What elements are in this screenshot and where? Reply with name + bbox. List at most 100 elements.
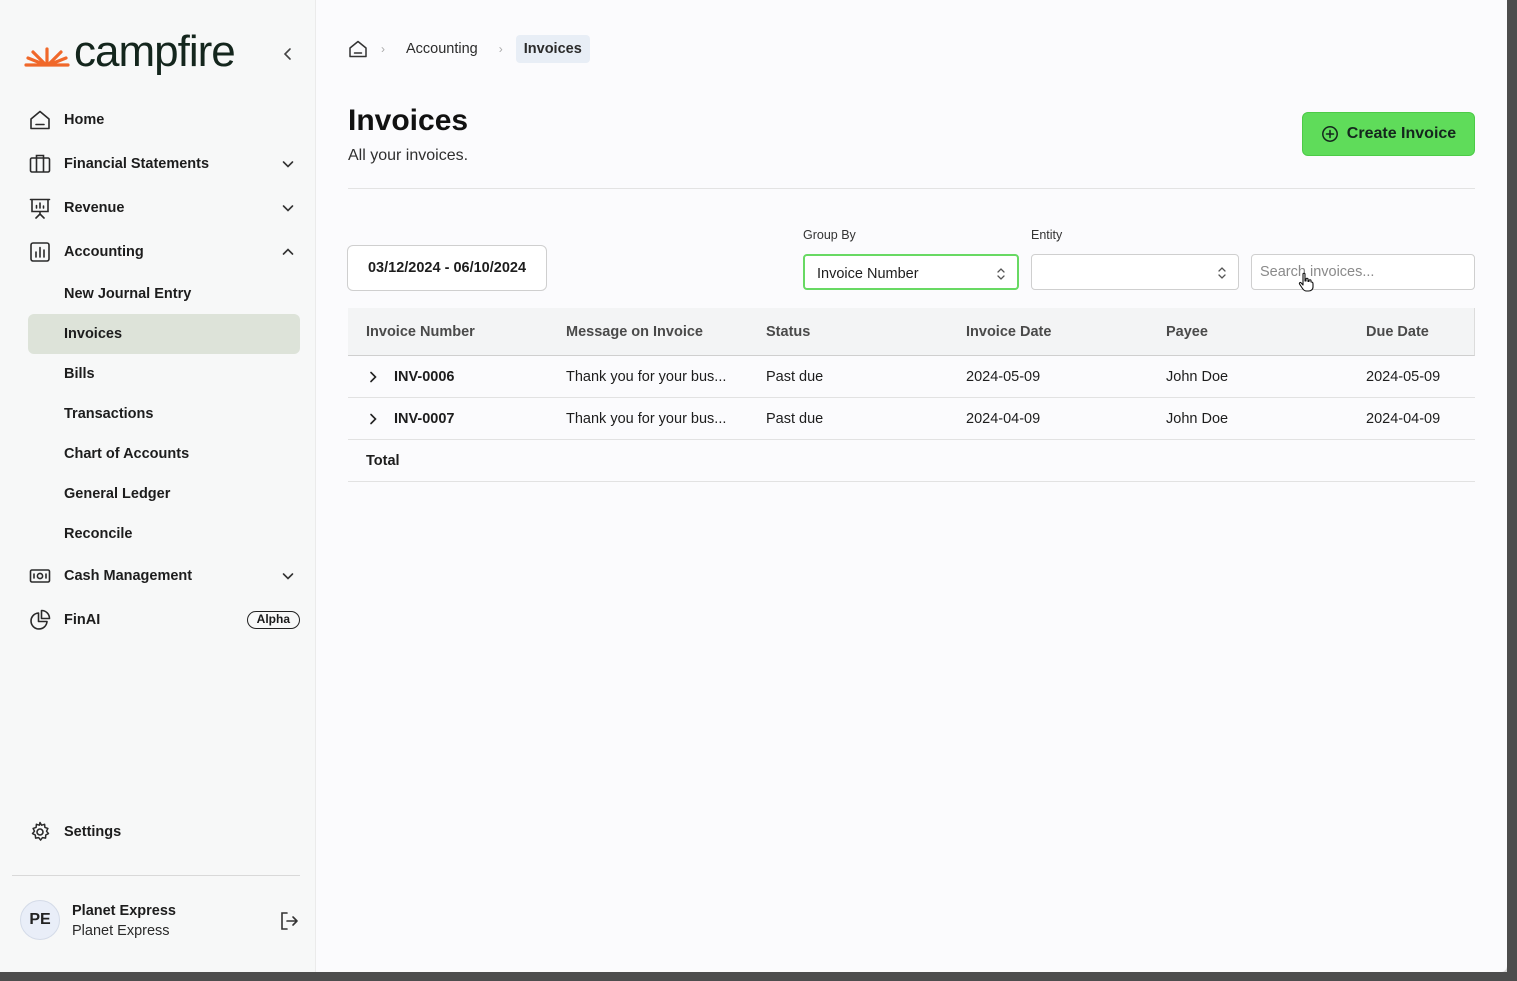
- chevron-right-icon: ›: [381, 42, 385, 56]
- invoice-message: Thank you for your bus...: [566, 411, 727, 427]
- column-header[interactable]: Payee: [1166, 324, 1208, 340]
- chevron-down-icon: [282, 205, 294, 212]
- chevron-right-icon: ›: [498, 42, 503, 56]
- app-window: campfire Home Financial Statements Reven…: [0, 0, 1507, 972]
- chevron-updown-icon: [1218, 267, 1226, 279]
- window-edge: [1507, 0, 1517, 981]
- user-name: Planet Express: [72, 903, 176, 919]
- total-label: Total: [366, 453, 400, 469]
- sidebar-item-label: Revenue: [64, 200, 125, 216]
- sidebar-item-cash-management[interactable]: Cash Management: [28, 554, 300, 598]
- sidebar-subitem-general-ledger[interactable]: General Ledger: [28, 474, 300, 514]
- chevron-down-icon: [282, 161, 294, 168]
- date-range-picker[interactable]: 03/12/2024 - 06/10/2024: [347, 245, 547, 291]
- sidebar-item-settings[interactable]: Settings: [28, 810, 300, 854]
- invoice-date: 2024-04-09: [966, 411, 1041, 427]
- invoices-table: Invoice Number Message on Invoice Status…: [348, 308, 1475, 482]
- breadcrumb-home[interactable]: [348, 39, 368, 59]
- column-header[interactable]: Message on Invoice: [566, 324, 703, 340]
- sidebar-item-label: FinAI: [64, 612, 101, 628]
- cash-icon: [28, 564, 52, 588]
- user-org: Planet Express: [72, 923, 170, 939]
- entity-select[interactable]: [1031, 254, 1239, 290]
- sidebar-subitem-label: Reconcile: [64, 526, 133, 542]
- chevron-down-icon: [282, 573, 294, 580]
- invoice-date: 2024-05-09: [966, 369, 1041, 385]
- invoice-status: Past due: [766, 411, 824, 427]
- sidebar: campfire Home Financial Statements Reven…: [0, 0, 316, 972]
- avatar[interactable]: PE: [20, 900, 60, 940]
- sidebar-subitem-invoices[interactable]: Invoices: [28, 314, 300, 354]
- group-by-label: Group By: [803, 228, 856, 242]
- chevron-left-icon: [283, 48, 291, 60]
- sidebar-item-financial-statements[interactable]: Financial Statements: [28, 142, 300, 186]
- invoice-payee: John Doe: [1166, 411, 1229, 427]
- sidebar-subitem-label: Transactions: [64, 406, 154, 422]
- table-header: Invoice Number Message on Invoice Status…: [348, 308, 1475, 356]
- chevron-updown-icon: [997, 268, 1005, 280]
- sidebar-divider: [12, 875, 300, 876]
- column-header[interactable]: Invoice Number: [366, 324, 475, 340]
- hand-cursor-icon: [1298, 272, 1314, 292]
- header-divider: [348, 188, 1475, 189]
- sidebar-subitem-chart-of-accounts[interactable]: Chart of Accounts: [28, 434, 300, 474]
- sidebar-item-finai[interactable]: FinAI Alpha: [28, 598, 300, 642]
- sidebar-item-accounting[interactable]: Accounting: [28, 230, 300, 274]
- sidebar-nav: Home Financial Statements Revenue Accoun…: [28, 98, 300, 642]
- sidebar-item-label: Accounting: [64, 244, 144, 260]
- sidebar-settings: Settings: [28, 810, 300, 854]
- sidebar-subitem-label: Bills: [64, 366, 95, 382]
- group-by-value: Invoice Number: [817, 266, 919, 282]
- sidebar-item-label: Settings: [64, 824, 122, 840]
- group-by-select[interactable]: Invoice Number: [803, 254, 1019, 290]
- sidebar-subitem-bills[interactable]: Bills: [28, 354, 300, 394]
- window-edge: [0, 972, 1517, 981]
- home-icon: [28, 108, 52, 132]
- page-subtitle: All your invoices.: [348, 147, 469, 164]
- chevron-right-icon[interactable]: [366, 411, 380, 427]
- alpha-badge: Alpha: [246, 611, 300, 629]
- gear-icon: [28, 820, 52, 844]
- invoice-number: INV-0007: [394, 411, 455, 427]
- sidebar-item-home[interactable]: Home: [28, 98, 300, 142]
- chevron-up-icon: [282, 248, 294, 255]
- sidebar-item-label: Home: [64, 112, 105, 128]
- sidebar-item-revenue[interactable]: Revenue: [28, 186, 300, 230]
- breadcrumb: › Accounting › Invoices: [348, 34, 590, 64]
- campfire-logo[interactable]: campfire: [24, 27, 236, 76]
- chevron-right-icon[interactable]: [366, 369, 380, 385]
- campfire-flame-icon: [24, 47, 70, 67]
- home-icon: [349, 40, 367, 58]
- sidebar-subitem-reconcile[interactable]: Reconcile: [28, 514, 300, 554]
- page-title: Invoices: [348, 104, 469, 137]
- table-row[interactable]: INV-0006 Thank you for your bus... Past …: [348, 356, 1475, 398]
- create-invoice-label: Create Invoice: [1346, 125, 1457, 142]
- invoice-due-date: 2024-05-09: [1366, 369, 1441, 385]
- breadcrumb-accounting[interactable]: Accounting: [398, 35, 486, 63]
- invoice-message: Thank you for your bus...: [566, 369, 727, 385]
- sidebar-subitem-new-journal-entry[interactable]: New Journal Entry: [28, 274, 300, 314]
- collapse-sidebar-button[interactable]: [278, 44, 298, 64]
- invoice-payee: John Doe: [1166, 369, 1229, 385]
- create-invoice-button[interactable]: Create Invoice: [1302, 112, 1475, 156]
- sidebar-item-label: Cash Management: [64, 568, 193, 584]
- breadcrumb-current: Invoices: [515, 35, 590, 63]
- sidebar-subitem-label: Chart of Accounts: [64, 446, 190, 462]
- table-total-row: Total: [348, 440, 1475, 482]
- sidebar-subitem-label: Invoices: [64, 326, 123, 342]
- column-header[interactable]: Invoice Date: [966, 324, 1051, 340]
- column-header[interactable]: Due Date: [1366, 324, 1429, 340]
- logout-icon[interactable]: [278, 910, 300, 932]
- user-profile: PE Planet Express Planet Express: [20, 900, 302, 944]
- briefcase-icon: [28, 152, 52, 176]
- sidebar-subitem-label: New Journal Entry: [64, 286, 192, 302]
- chart-box-icon: [28, 240, 52, 264]
- search-input[interactable]: [1251, 254, 1475, 290]
- table-row[interactable]: INV-0007 Thank you for your bus... Past …: [348, 398, 1475, 440]
- column-header[interactable]: Status: [766, 324, 810, 340]
- sidebar-subitem-label: General Ledger: [64, 486, 171, 502]
- presentation-icon: [28, 196, 52, 220]
- brand-name: campfire: [74, 27, 236, 76]
- sidebar-subitem-transactions[interactable]: Transactions: [28, 394, 300, 434]
- invoice-due-date: 2024-04-09: [1366, 411, 1441, 427]
